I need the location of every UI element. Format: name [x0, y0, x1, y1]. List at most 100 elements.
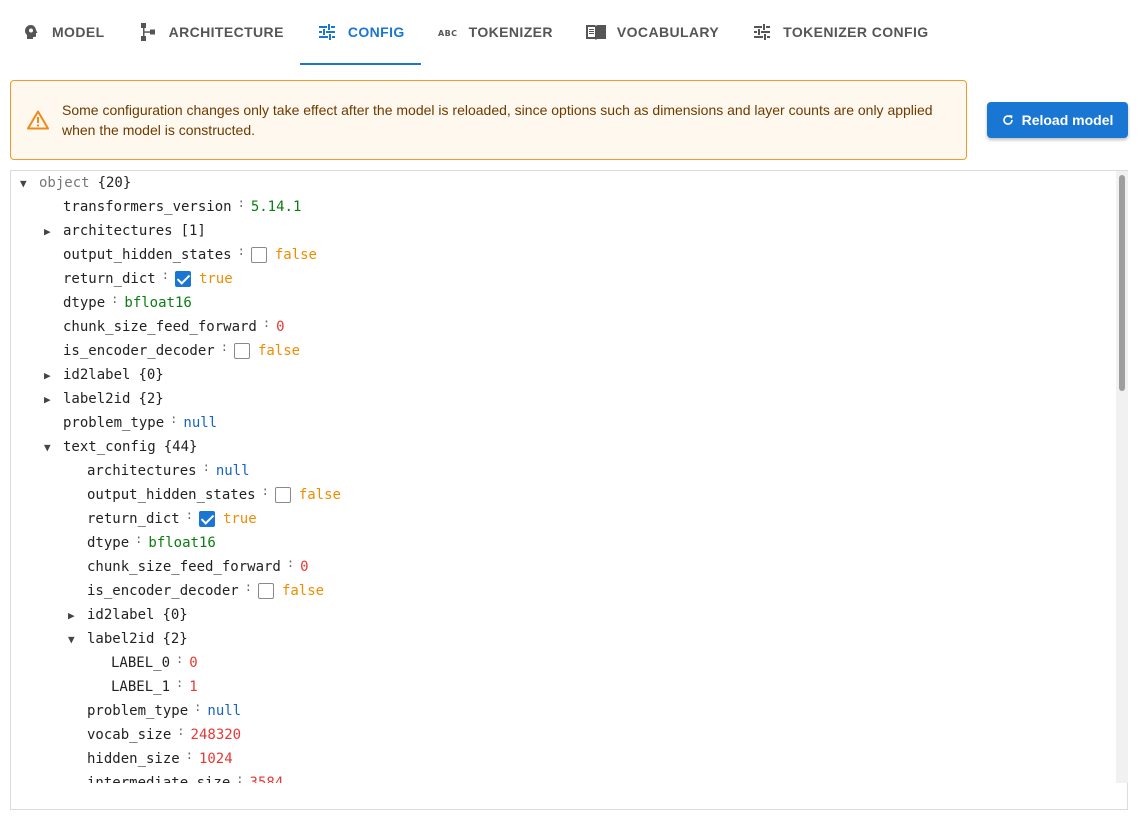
tree-row[interactable]: ▶ architectures [1] [44, 219, 206, 243]
tree-row[interactable]: ▼ label2id {2} [68, 627, 188, 651]
tree-colon: : [220, 340, 228, 354]
tree-key: return_dict [87, 511, 180, 527]
tab-label: MODEL [52, 24, 105, 40]
tree-row[interactable]: ▶ label2id {2} [44, 387, 164, 411]
tree-key: transformers_version [63, 199, 232, 215]
tree-count: {44} [163, 439, 198, 455]
tree-value[interactable]: 0 [300, 559, 308, 575]
tab-model[interactable]: MODEL [4, 0, 121, 64]
tree-colon: : [236, 772, 244, 783]
tab-label: CONFIG [347, 24, 405, 40]
tree-value[interactable]: 1 [189, 679, 197, 695]
boolean-checkbox[interactable] [250, 247, 267, 263]
expand-arrow-icon[interactable]: ▶ [44, 369, 58, 382]
tree-colon: : [161, 268, 169, 282]
tree-value[interactable]: null [183, 415, 217, 431]
tab-tokenizer[interactable]: ABC TOKENIZER [421, 0, 569, 64]
warning-icon [27, 108, 51, 132]
architecture-icon [137, 21, 159, 43]
tree-value[interactable]: 248320 [191, 727, 242, 743]
tree-row: return_dict: true [63, 267, 233, 291]
config-tree: ▼ object {20} transformers_version:5.14.1 ▶ a… [11, 171, 1115, 783]
tree-row: problem_type: null [63, 411, 217, 435]
tree-key: LABEL_0 [111, 655, 171, 671]
tree-row: dtype: bfloat16 [87, 531, 216, 555]
collapse-arrow-icon[interactable]: ▼ [20, 177, 34, 190]
tab-label: TOKENIZER [468, 24, 553, 40]
tab-label: ARCHITECTURE [168, 24, 284, 40]
collapse-arrow-icon[interactable]: ▼ [68, 633, 82, 646]
tree-value[interactable]: 0 [276, 319, 284, 335]
tree-key: chunk_size_feed_forward [87, 559, 281, 575]
tree-value[interactable]: null [216, 463, 250, 479]
boolean-checkbox[interactable] [198, 511, 215, 527]
tree-count: {2} [138, 391, 164, 407]
collapse-arrow-icon[interactable]: ▼ [44, 441, 58, 454]
abc-icon: ABC [437, 21, 459, 43]
boolean-checkbox[interactable] [174, 271, 191, 287]
tree-key: object [39, 175, 90, 191]
tune-icon [316, 21, 338, 43]
tree-colon: : [262, 316, 271, 330]
reload-model-label: Reload model [1021, 112, 1114, 128]
tree-value[interactable]: bfloat16 [148, 535, 215, 551]
tab-vocabulary[interactable]: VOCABULARY [569, 0, 735, 64]
tree-key: output_hidden_states [63, 247, 232, 263]
tree-value: false [281, 583, 325, 599]
tree-value[interactable]: 5.14.1 [251, 199, 302, 215]
tree-value[interactable]: 3584 [250, 775, 284, 783]
boolean-checkbox[interactable] [233, 343, 250, 359]
tree-value: true [222, 511, 257, 527]
tree-key: id2label [63, 367, 131, 383]
expand-arrow-icon[interactable]: ▶ [44, 393, 58, 406]
tree-colon: : [177, 724, 185, 738]
tree-row[interactable]: ▼ text_config {44} [44, 435, 198, 459]
tree-key: architectures [63, 223, 173, 239]
tree-count: [1] [180, 223, 206, 239]
tree-key: return_dict [63, 271, 156, 287]
tree-colon: : [202, 460, 210, 474]
tab-config[interactable]: CONFIG [299, 0, 421, 65]
tree-colon: : [185, 508, 193, 522]
tree-value[interactable]: bfloat16 [124, 295, 191, 311]
tree-row: is_encoder_decoder: false [63, 339, 300, 363]
tree-key: chunk_size_feed_forward [63, 319, 257, 335]
tree-value[interactable]: null [207, 703, 241, 719]
tree-value[interactable]: 1024 [199, 751, 233, 767]
tree-count: {2} [162, 631, 188, 647]
tree-key: intermediate_size [87, 775, 231, 783]
tree-colon: : [176, 652, 184, 666]
tree-colon: : [261, 484, 269, 498]
tree-key: problem_type [87, 703, 189, 719]
tree-colon: : [176, 676, 184, 690]
tree-row[interactable]: ▶ id2label {0} [68, 603, 188, 627]
tree-key: text_config [63, 439, 156, 455]
reload-model-button[interactable]: Reload model [987, 102, 1128, 138]
expand-arrow-icon[interactable]: ▶ [44, 225, 58, 238]
tree-colon: : [237, 196, 245, 210]
tree-row[interactable]: ▶ id2label {0} [44, 363, 164, 387]
tree-key: is_encoder_decoder [87, 583, 239, 599]
tree-value: false [274, 247, 317, 263]
boolean-checkbox[interactable] [274, 487, 291, 503]
tree-scrollbar-thumb[interactable] [1119, 175, 1125, 391]
tune-icon [751, 21, 773, 43]
boolean-checkbox[interactable] [257, 583, 274, 599]
tree-scrollbar[interactable] [1116, 171, 1128, 783]
tab-tokenizer-config[interactable]: TOKENIZER CONFIG [735, 0, 944, 64]
tree-row: chunk_size_feed_forward:0 [63, 315, 285, 339]
expand-arrow-icon[interactable]: ▶ [68, 609, 82, 622]
tree-key: hidden_size [87, 751, 180, 767]
tree-value[interactable]: 0 [189, 655, 197, 671]
svg-text:ABC: ABC [438, 29, 457, 38]
tree-row: dtype: bfloat16 [63, 291, 192, 315]
tree-row: hidden_size:1024 [87, 747, 233, 771]
book-icon [585, 21, 607, 43]
tree-key: architectures [87, 463, 197, 479]
tree-row[interactable]: ▼ object {20} [20, 171, 131, 195]
tree-colon: : [170, 412, 178, 426]
tree-colon: : [286, 556, 295, 570]
refresh-icon [1002, 114, 1014, 126]
tree-key: id2label [87, 607, 155, 623]
tab-architecture[interactable]: ARCHITECTURE [121, 0, 300, 64]
